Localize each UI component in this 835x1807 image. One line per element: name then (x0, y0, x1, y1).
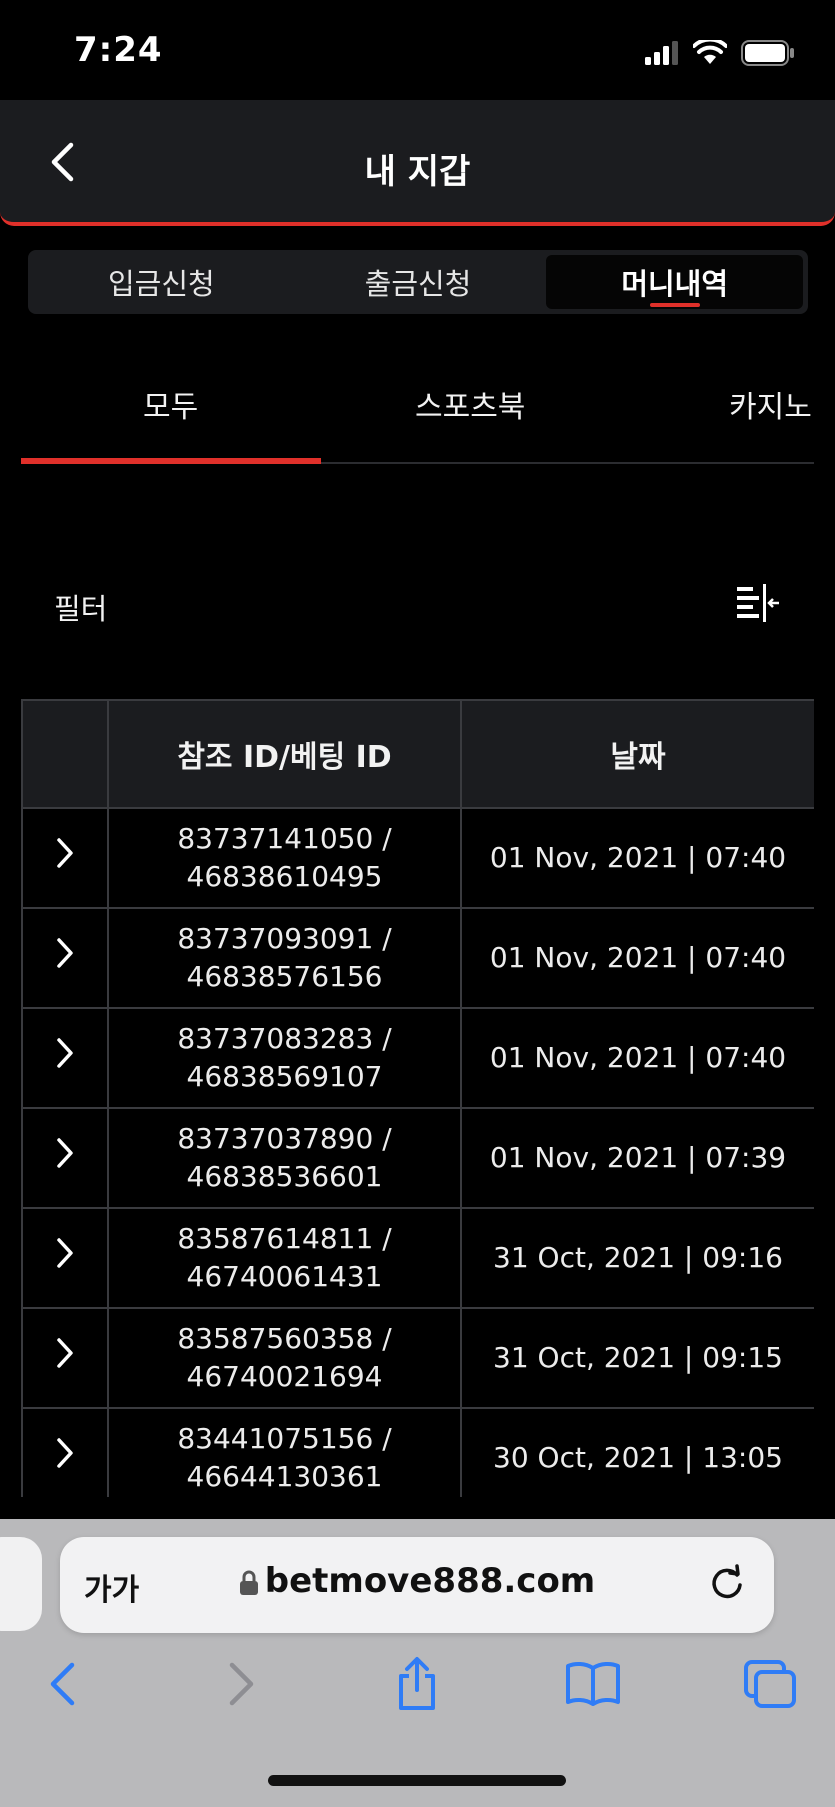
ref-bet-id-cell: 83737037890 / 46838536601 (107, 1107, 462, 1209)
share-button[interactable] (387, 1654, 447, 1714)
bookmarks-button[interactable] (563, 1654, 623, 1714)
chevron-right-icon (57, 1238, 73, 1268)
date-cell: 01 Nov, 2021 | 07:40 (460, 807, 814, 909)
book-icon (566, 1661, 620, 1706)
filter-label: 필터 (54, 592, 108, 626)
date-cell: 30 Oct, 2021 | 13:05 (460, 1407, 814, 1497)
money-history-table: 참조 ID/베팅 ID 날짜 83737141050 / 46838610495 0… (21, 699, 814, 1497)
date-cell: 31 Oct, 2021 | 09:16 (460, 1207, 814, 1309)
status-icons (645, 38, 795, 68)
ref-bet-id-cell: 83737083283 / 46838569107 (107, 1007, 462, 1109)
browser-nav-row (0, 1654, 835, 1724)
date-cell: 01 Nov, 2021 | 07:40 (460, 907, 814, 1009)
share-icon (399, 1657, 435, 1710)
reload-button[interactable] (706, 1563, 748, 1605)
table-row[interactable]: 83737083283 / 46838569107 01 Nov, 2021 | 0… (21, 1007, 814, 1109)
reference-id: 83737093091 / (177, 922, 392, 955)
chevron-right-icon (229, 1662, 254, 1706)
reference-id: 83587560358 / (177, 1322, 392, 1355)
ref-bet-id-cell: 83587560358 / 46740021694 (107, 1307, 462, 1409)
chevron-right-icon (57, 938, 73, 968)
ref-bet-id-cell: 83441075156 / 46644130361 (107, 1407, 462, 1497)
home-indicator (268, 1775, 566, 1786)
active-tab-indicator (21, 458, 321, 464)
bet-id: 46838569107 (186, 1060, 383, 1093)
expand-row-button[interactable] (21, 1307, 109, 1409)
date-cell: 01 Nov, 2021 | 07:39 (460, 1107, 814, 1209)
chevron-right-icon (57, 838, 73, 868)
reference-id: 83737083283 / (177, 1022, 392, 1055)
battery-icon (741, 40, 794, 66)
url-display[interactable]: betmove888.com (60, 1561, 774, 1601)
wallet-segment-control: 입금신청 출금신청 머니내역 (28, 250, 808, 314)
ref-bet-id-cell: 83737093091 / 46838576156 (107, 907, 462, 1009)
reference-id: 83441075156 / (177, 1422, 392, 1455)
category-tabs: 모두 스포츠북 카지노 (21, 360, 814, 464)
page-title: 내 지갑 (364, 152, 471, 192)
app-header: 내 지갑 (0, 100, 835, 226)
expand-row-button[interactable] (21, 1407, 109, 1497)
bet-id: 46644130361 (186, 1460, 383, 1493)
browser-back-button[interactable] (32, 1654, 92, 1714)
header-date: 날짜 (460, 699, 814, 809)
header-ref-bet-id: 참조 ID/베팅 ID (107, 699, 462, 809)
bet-id: 46838610495 (186, 860, 383, 893)
previous-tab-preview[interactable] (0, 1537, 42, 1631)
table-row[interactable]: 83441075156 / 46644130361 30 Oct, 2021 | 1… (21, 1407, 814, 1497)
filter-button[interactable] (732, 580, 784, 628)
table-header-row: 참조 ID/베팅 ID 날짜 (21, 699, 814, 809)
cellular-signal-icon (645, 41, 678, 65)
status-time: 7:24 (74, 30, 163, 70)
chevron-right-icon (57, 1138, 73, 1168)
expand-row-button[interactable] (21, 807, 109, 909)
chevron-right-icon (57, 1038, 73, 1068)
tab-sportsbook[interactable]: 스포츠북 (415, 382, 525, 426)
bet-id: 46740061431 (186, 1260, 383, 1293)
tab-all[interactable]: 모두 (143, 382, 198, 426)
chevron-left-icon (50, 1662, 75, 1706)
segment-withdraw-request[interactable]: 출금신청 (290, 255, 547, 309)
url-text: betmove888.com (264, 1561, 596, 1601)
segment-deposit-request[interactable]: 입금신청 (33, 255, 290, 309)
status-bar: 7:24 (0, 0, 835, 100)
reference-id: 83737037890 / (177, 1122, 392, 1155)
bet-id: 46838576156 (186, 960, 383, 993)
reload-icon (712, 1564, 742, 1599)
segment-label: 출금신청 (364, 267, 472, 301)
tab-casino[interactable]: 카지노 (729, 382, 812, 426)
expand-row-button[interactable] (21, 1007, 109, 1109)
table-row[interactable]: 83737141050 / 46838610495 01 Nov, 2021 | 0… (21, 807, 814, 909)
table-row[interactable]: 83737037890 / 46838536601 01 Nov, 2021 | 0… (21, 1107, 814, 1209)
segment-money-history[interactable]: 머니내역 (546, 255, 804, 309)
expand-row-button[interactable] (21, 907, 109, 1009)
header-expand (21, 699, 109, 809)
chevron-right-icon (57, 1438, 73, 1468)
lock-icon (239, 1570, 258, 1595)
page: 7:24 내 지갑 입금신청 출금신청 머니내역 모두 스포츠북 카지노 필터 … (0, 0, 835, 1807)
ref-bet-id-cell: 83737141050 / 46838610495 (107, 807, 462, 909)
date-cell: 31 Oct, 2021 | 09:15 (460, 1307, 814, 1409)
reference-id: 83737141050 / (177, 822, 392, 855)
active-segment-indicator (649, 303, 700, 307)
chevron-right-icon (57, 1338, 73, 1368)
browser-forward-button[interactable] (212, 1654, 272, 1714)
date-cell: 01 Nov, 2021 | 07:40 (460, 1007, 814, 1109)
reference-id: 83587614811 / (177, 1222, 392, 1255)
wifi-icon (693, 40, 727, 64)
tabs-icon (744, 1660, 796, 1708)
filter-collapse-icon (737, 584, 779, 622)
ref-bet-id-cell: 83587614811 / 46740061431 (107, 1207, 462, 1309)
expand-row-button[interactable] (21, 1207, 109, 1309)
address-bar[interactable]: 가가 betmove888.com (60, 1537, 774, 1633)
table-row[interactable]: 83587560358 / 46740021694 31 Oct, 2021 | 0… (21, 1307, 814, 1409)
tabs-button[interactable] (740, 1654, 800, 1714)
bet-id: 46838536601 (186, 1160, 383, 1193)
browser-toolbar: 가가 betmove888.com (0, 1519, 835, 1807)
expand-row-button[interactable] (21, 1107, 109, 1209)
bet-id: 46740021694 (186, 1360, 383, 1393)
segment-label: 입금신청 (107, 267, 215, 301)
table-row[interactable]: 83587614811 / 46740061431 31 Oct, 2021 | 0… (21, 1207, 814, 1309)
table-row[interactable]: 83737093091 / 46838576156 01 Nov, 2021 | 0… (21, 907, 814, 1009)
segment-label: 머니내역 (621, 267, 729, 301)
